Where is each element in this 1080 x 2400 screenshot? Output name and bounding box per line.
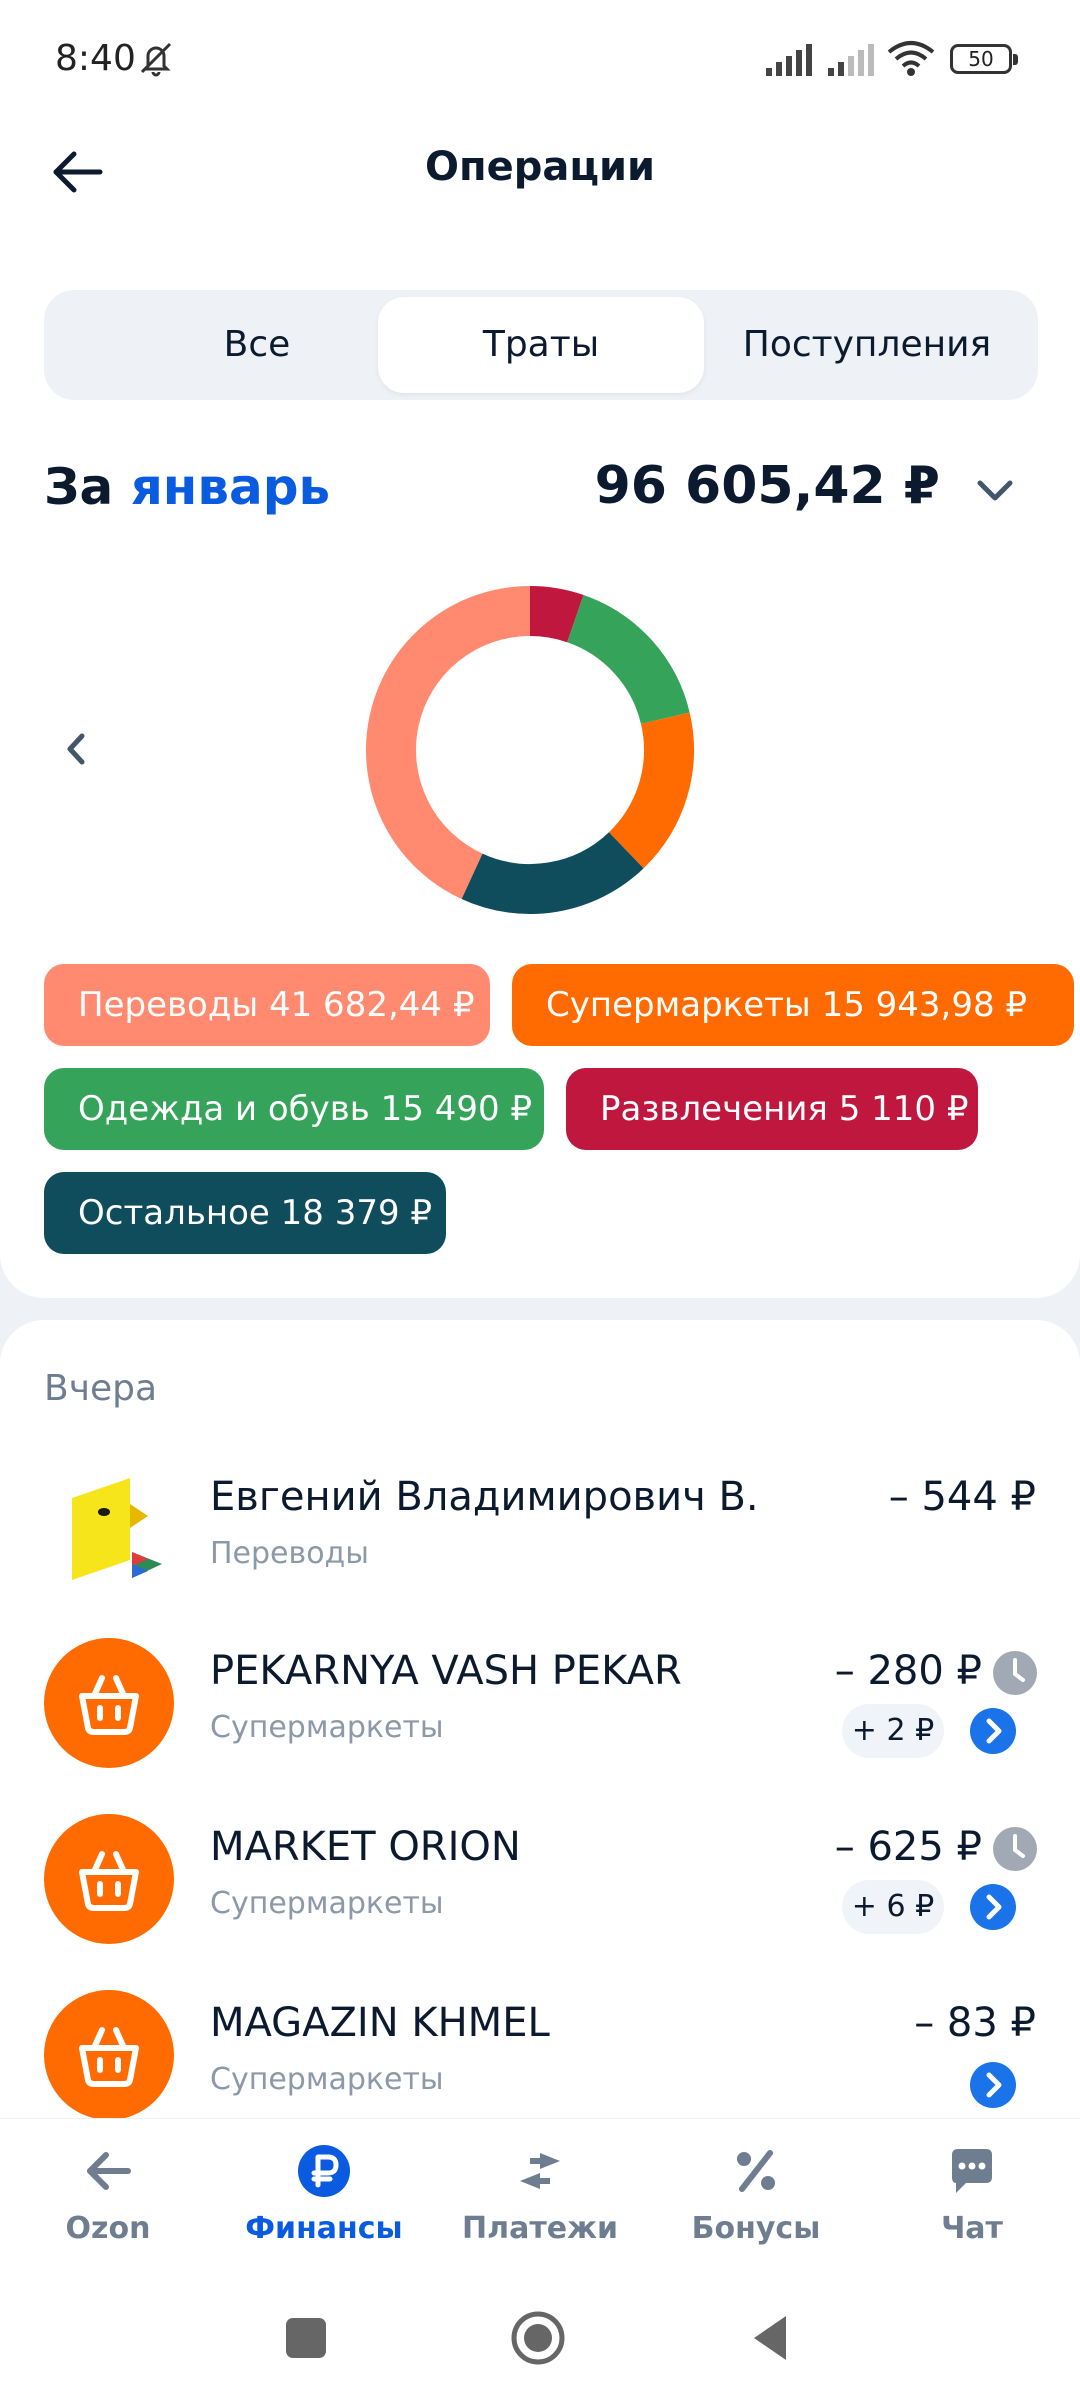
recents-icon[interactable] bbox=[278, 2310, 334, 2366]
transaction-merchant: PEKARNYA VASH PEKAR bbox=[210, 1648, 682, 1694]
donut-slice-3 bbox=[461, 831, 644, 914]
transaction-amount: – 280 ₽ bbox=[834, 1648, 982, 1694]
chevron-right-icon[interactable] bbox=[970, 1708, 1016, 1754]
nav-ozon[interactable]: Ozon bbox=[18, 2143, 198, 2263]
basket-icon bbox=[44, 1990, 174, 2120]
arrow-left-icon bbox=[87, 2152, 131, 2190]
transaction-merchant: MAGAZIN KHMEL bbox=[210, 2000, 550, 2046]
transaction-row[interactable]: MARKET ORION Супермаркеты – 625 ₽ + 6 ₽ bbox=[0, 1814, 1080, 1984]
basket-icon bbox=[44, 1814, 174, 1944]
date-section-label: Вчера bbox=[44, 1368, 158, 1409]
chevron-right-icon[interactable] bbox=[970, 2062, 1016, 2108]
nav-label: Ozon bbox=[65, 2211, 151, 2246]
transaction-category: Супермаркеты bbox=[210, 1710, 444, 1745]
transaction-amount: – 83 ₽ bbox=[914, 2000, 1036, 2046]
status-time: 8:40 bbox=[55, 38, 136, 79]
bottom-navigation: Ozon Финансы Платежи Бонусы Чат bbox=[0, 2118, 1080, 2272]
period-prefix: За bbox=[44, 458, 114, 516]
transaction-amount: – 544 ₽ bbox=[888, 1474, 1036, 1520]
tab-expenses[interactable]: Траты bbox=[378, 297, 704, 393]
chevron-left-icon[interactable] bbox=[56, 724, 96, 774]
chip-entertainment[interactable]: Развлечения 5 110 ₽ bbox=[566, 1068, 978, 1150]
transaction-amount: – 625 ₽ bbox=[834, 1824, 982, 1870]
percent-icon bbox=[737, 2150, 775, 2192]
chevron-down-icon[interactable] bbox=[972, 470, 1018, 510]
nav-bonuses[interactable]: Бонусы bbox=[666, 2143, 846, 2263]
system-navigation bbox=[0, 2272, 1080, 2400]
status-bar: 8:40 50 bbox=[0, 0, 1080, 120]
transaction-category: Супермаркеты bbox=[210, 2062, 444, 2097]
signal-icon-2 bbox=[828, 44, 874, 76]
spending-donut-chart bbox=[366, 586, 694, 914]
nav-finance[interactable]: Финансы bbox=[234, 2143, 414, 2263]
transaction-category: Супермаркеты bbox=[210, 1886, 444, 1921]
tab-all[interactable]: Все bbox=[94, 297, 420, 393]
nav-label: Платежи bbox=[462, 2211, 618, 2246]
header: Операции bbox=[0, 120, 1080, 220]
nav-label: Финансы bbox=[245, 2211, 403, 2246]
operations-type-tabs: Все Траты Поступления bbox=[44, 290, 1038, 400]
signal-icon bbox=[766, 44, 812, 76]
donut-slice-4 bbox=[366, 586, 531, 900]
transaction-merchant: Евгений Владимирович В. bbox=[210, 1474, 759, 1520]
period-selector[interactable]: За январь bbox=[44, 458, 330, 516]
basket-icon bbox=[44, 1638, 174, 1768]
total-amount: 96 605,42 ₽ bbox=[594, 456, 940, 516]
chevron-right-icon[interactable] bbox=[970, 1884, 1016, 1930]
transaction-category: Переводы bbox=[210, 1536, 369, 1571]
period-month[interactable]: январь bbox=[131, 458, 330, 516]
transfer-arrows-icon bbox=[520, 2153, 560, 2189]
chip-supermarkets[interactable]: Супермаркеты 15 943,98 ₽ bbox=[512, 964, 1074, 1046]
chip-clothing[interactable]: Одежда и обувь 15 490 ₽ bbox=[44, 1068, 544, 1150]
nav-label: Бонусы bbox=[691, 2211, 821, 2246]
bell-off-icon bbox=[140, 42, 172, 77]
donut-slice-2 bbox=[608, 712, 694, 869]
transaction-merchant: MARKET ORION bbox=[210, 1824, 521, 1870]
wifi-icon bbox=[887, 41, 935, 76]
nav-label: Чат bbox=[941, 2211, 1003, 2246]
transaction-row[interactable]: PEKARNYA VASH PEKAR Супермаркеты – 280 ₽… bbox=[0, 1638, 1080, 1808]
page-title: Операции bbox=[424, 144, 656, 190]
chat-icon bbox=[952, 2149, 992, 2193]
chip-transfers[interactable]: Переводы 41 682,44 ₽ bbox=[44, 964, 490, 1046]
back-icon[interactable] bbox=[744, 2310, 800, 2366]
battery-indicator: 50 bbox=[950, 44, 1018, 74]
bank-logo-icon bbox=[72, 1478, 162, 1580]
donut-slice-1 bbox=[566, 594, 690, 725]
transaction-row[interactable]: Евгений Владимирович В. Переводы – 544 ₽ bbox=[0, 1464, 1080, 1634]
clock-icon bbox=[993, 1827, 1037, 1871]
clock-icon bbox=[993, 1651, 1037, 1695]
ruble-icon bbox=[298, 2145, 350, 2197]
chip-other[interactable]: Остальное 18 379 ₽ bbox=[44, 1172, 446, 1254]
bonus-badge: + 2 ₽ bbox=[842, 1704, 944, 1758]
home-icon[interactable] bbox=[510, 2310, 566, 2366]
donut-slice-0 bbox=[529, 586, 584, 643]
nav-chat[interactable]: Чат bbox=[882, 2143, 1062, 2263]
bonus-badge: + 6 ₽ bbox=[842, 1880, 944, 1934]
nav-payments[interactable]: Платежи bbox=[450, 2143, 630, 2263]
tab-income[interactable]: Поступления bbox=[704, 297, 1030, 393]
